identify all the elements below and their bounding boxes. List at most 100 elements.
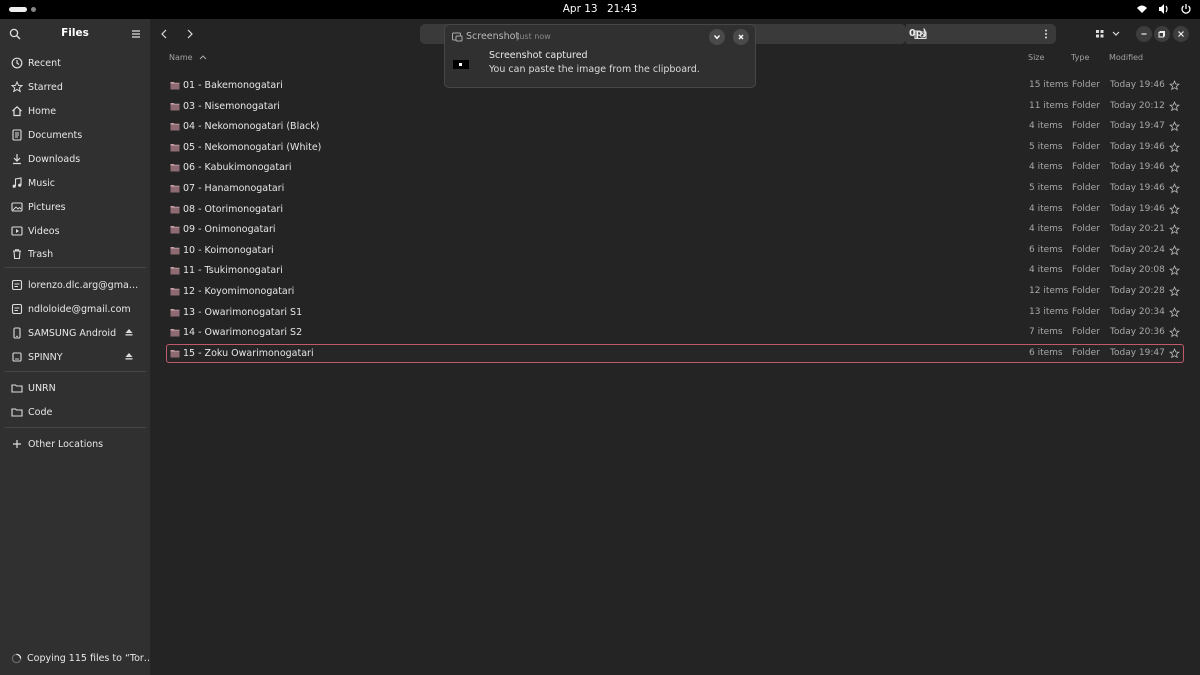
star-icon[interactable] [1169, 347, 1180, 359]
star-icon[interactable] [1169, 286, 1180, 297]
file-type: Folder [1072, 183, 1100, 193]
forward-arrow-icon[interactable] [184, 28, 196, 40]
sidebar-item-spinny[interactable]: SPINNY [0, 346, 150, 368]
column-header-size[interactable]: Size [1028, 53, 1044, 62]
file-row[interactable]: 13 - Owarimonogatari S1 13 items Folder Tod… [166, 303, 1184, 322]
sidebar-item-home[interactable]: Home [0, 100, 150, 122]
sidebar-item-other-locations[interactable]: Other Locations [0, 433, 150, 455]
restore-button[interactable] [1154, 26, 1170, 42]
system-tray[interactable] [1136, 2, 1192, 16]
sidebar-item-samsung-android[interactable]: SAMSUNG Android [0, 322, 150, 344]
sidebar-item-label: Downloads [28, 153, 81, 165]
star-icon[interactable] [1169, 327, 1180, 338]
column-header-name[interactable]: Name [169, 53, 207, 62]
sidebar-item-account-ndloloide[interactable]: ndloloide@gmail.com [0, 298, 150, 320]
sidebar-item-recent[interactable]: Recent [0, 52, 150, 74]
sidebar-item-label: Pictures [28, 201, 66, 213]
file-size: 4 items [1029, 203, 1063, 214]
file-type: Folder [1072, 100, 1100, 111]
file-type: Folder [1072, 203, 1100, 214]
star-icon[interactable] [1169, 265, 1180, 276]
sidebar-item-account-lorenzo[interactable]: lorenzo.dlc.arg@gmail.com [0, 274, 150, 296]
folder-icon [170, 308, 180, 317]
notification-expand-button[interactable] [709, 29, 725, 45]
volume-icon [1158, 2, 1170, 16]
sidebar-item-pictures[interactable]: Pictures [0, 196, 150, 218]
file-row[interactable]: 06 - Kabukimonogatari 4 items Folder Today … [166, 158, 1184, 177]
screenshot-notification[interactable]: Screenshot Just now Screenshot captured … [444, 24, 756, 88]
more-options-icon[interactable] [1044, 28, 1048, 40]
file-modified: Today 19:46 [1110, 203, 1165, 214]
minimize-button[interactable] [1136, 26, 1152, 42]
trash-icon [13, 249, 21, 260]
clock-date: Apr 13 [562, 3, 598, 15]
star-icon[interactable] [1169, 183, 1180, 194]
file-row[interactable]: 12 - Koyomimonogatari 12 items Folder Today… [166, 282, 1184, 301]
sidebar-item-trash[interactable]: Trash [0, 243, 150, 265]
star-icon[interactable] [1169, 244, 1180, 256]
sidebar-item-code[interactable]: Code [0, 401, 150, 423]
star-icon[interactable] [1169, 121, 1180, 132]
file-type: Folder [1072, 121, 1100, 132]
sidebar-item-downloads[interactable]: Downloads [0, 148, 150, 170]
location-bar-current[interactable]: 0p) [906, 24, 1056, 44]
file-row[interactable]: 09 - Onimonogatari 4 items Folder Today 20:… [166, 220, 1184, 239]
new-folder-icon[interactable] [914, 28, 927, 40]
sidebar-item-videos[interactable]: Videos [0, 220, 150, 242]
sidebar-item-label: Recent [28, 57, 61, 69]
file-row[interactable]: 10 - Koimonogatari 6 items Folder Today 20:… [166, 241, 1184, 260]
file-row[interactable]: 05 - Nekomonogatari (White) 5 items Folder… [166, 138, 1184, 157]
notification-close-button[interactable] [733, 29, 749, 45]
star-icon[interactable] [1169, 224, 1180, 235]
file-operation-status[interactable]: Copying 115 files to “Tor… [11, 653, 153, 664]
file-type: Folder [1072, 306, 1100, 317]
star-icon[interactable] [1169, 80, 1180, 91]
star-icon[interactable] [1169, 306, 1180, 318]
file-row[interactable]: 03 - Nisemonogatari 11 items Folder Today 2… [166, 97, 1184, 116]
star-icon[interactable] [1169, 100, 1180, 112]
file-row[interactable]: 07 - Hanamonogatari 5 items Folder Today 19… [166, 179, 1184, 198]
file-size: 4 items [1029, 162, 1063, 173]
clock-time: 21:43 [606, 3, 638, 15]
column-header-type[interactable]: Type [1071, 53, 1089, 62]
back-arrow-icon[interactable] [158, 28, 170, 40]
sidebar-item-documents[interactable]: Documents [0, 124, 150, 146]
eject-icon[interactable] [124, 351, 134, 361]
sidebar-item-starred[interactable]: Starred [0, 76, 150, 98]
star-icon[interactable] [1169, 203, 1180, 215]
home-icon [12, 105, 22, 117]
column-header-label: Name [169, 53, 193, 62]
hamburger-menu-icon[interactable] [130, 28, 142, 40]
file-name: 13 - Owarimonogatari S1 [183, 306, 303, 318]
main-content: 0p) Name Size Type Modified 01 - Bakemon… [150, 19, 1200, 675]
file-size: 12 items [1029, 286, 1069, 296]
folder-icon [170, 349, 180, 358]
file-modified: Today 19:46 [1110, 141, 1165, 152]
file-type: Folder [1072, 224, 1100, 235]
star-icon[interactable] [1169, 162, 1180, 173]
file-row[interactable]: 04 - Nekomonogatari (Black) 4 items Folder… [166, 117, 1184, 136]
file-row[interactable]: 15 - Zoku Owarimonogatari 6 items Folder To… [166, 343, 1184, 363]
close-window-button[interactable] [1173, 26, 1189, 42]
eject-icon[interactable] [124, 327, 134, 337]
view-mode-toggle[interactable] [1093, 25, 1123, 43]
star-icon[interactable] [1169, 141, 1180, 153]
file-modified: Today 20:28 [1110, 286, 1165, 296]
file-type: Folder [1072, 141, 1100, 152]
file-row[interactable]: 08 - Otorimonogatari 4 items Folder Today 1… [166, 200, 1184, 219]
document-icon [12, 129, 22, 141]
folder-icon [11, 408, 23, 417]
sidebar-item-unrn[interactable]: UNRN [0, 377, 150, 399]
sidebar-item-music[interactable]: Music [0, 172, 150, 194]
file-row[interactable]: 11 - Tsukimonogatari 4 items Folder Today 2… [166, 261, 1184, 280]
file-name: 09 - Onimonogatari [183, 224, 276, 236]
folder-icon [170, 185, 180, 193]
file-type: Folder [1072, 265, 1100, 276]
video-icon [11, 226, 23, 236]
clock[interactable]: Apr 13 21:43 [0, 3, 1200, 15]
file-size: 7 items [1029, 327, 1063, 338]
file-row[interactable]: 14 - Owarimonogatari S2 7 items Folder Toda… [166, 323, 1184, 342]
column-header-modified[interactable]: Modified [1109, 53, 1143, 62]
sidebar-header: Files [0, 19, 150, 49]
file-modified: Today 19:46 [1110, 80, 1165, 90]
